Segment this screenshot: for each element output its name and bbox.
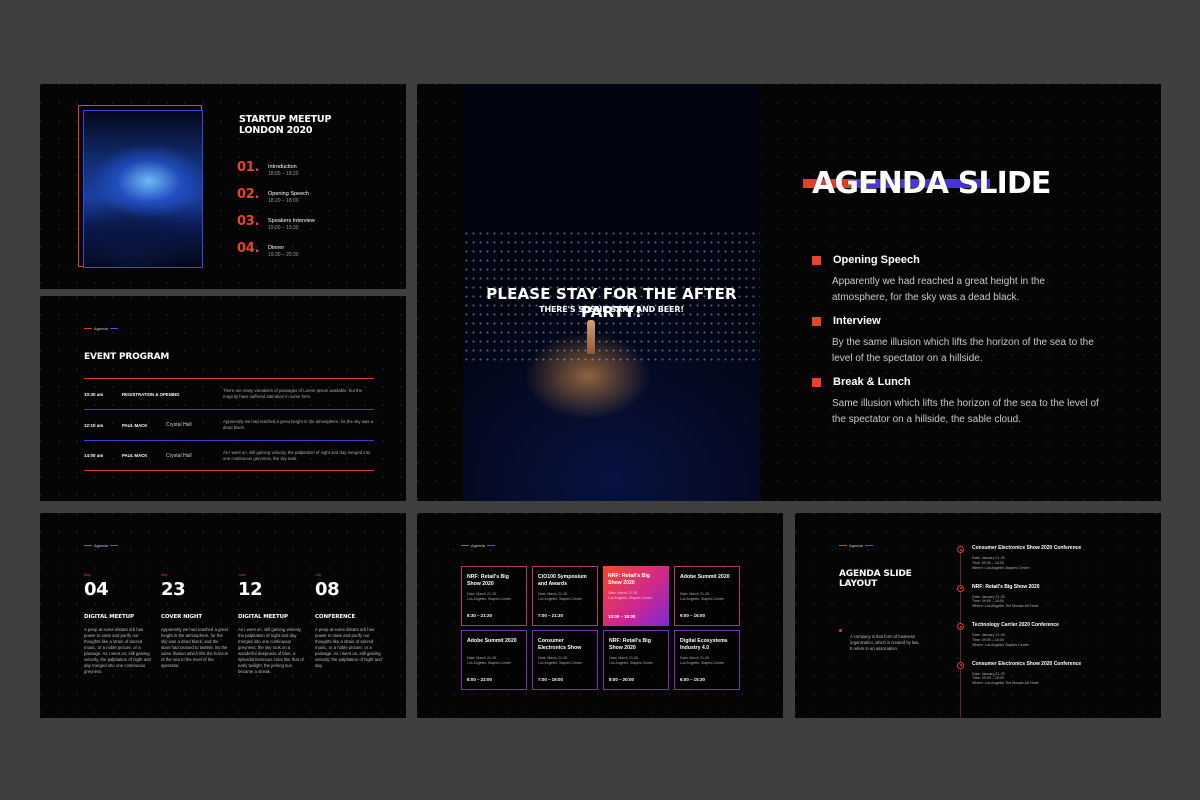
- event-card: Digital Ecosystems Industry 4.0 Date: Ma…: [674, 630, 740, 690]
- row-time: 14:00 am: [84, 453, 104, 458]
- agenda-item-title: Break & Lunch: [833, 376, 911, 388]
- agenda-item: 01. Introduction 18:00 – 18:20: [237, 161, 387, 188]
- row-time: 12:10 am: [84, 422, 104, 428]
- slide-description: A company is that form of business organ…: [850, 634, 920, 651]
- timeline-dot-icon: [957, 623, 964, 630]
- slide-main-agenda[interactable]: PLEASE STAY FOR THE AFTER PARTY! THERE'S…: [417, 84, 1161, 501]
- timeline-item: Technology Carrier 2020 Conference Date:…: [957, 621, 1147, 660]
- section-tag: Agenda: [839, 543, 873, 548]
- slide-title: AGENDA SLIDE LAYOUT: [839, 569, 912, 589]
- speaker-figure: [587, 320, 595, 354]
- table-row: 14:00 am PAUL MACK Crystal Hall As I wen…: [84, 440, 374, 471]
- event-card-highlighted: NRF: Retail's Big Show 2020 Date: March …: [603, 566, 669, 626]
- slide-title: STARTUP MEETUP LONDON 2020: [239, 114, 332, 136]
- row-speaker: REGISTRATION & OPENING: [122, 391, 180, 397]
- timeline-item: Consumer Electronics Show 2020 Conferenc…: [957, 544, 1147, 583]
- square-bullet-icon: [812, 255, 821, 265]
- row-speaker: PAUL MACK: [122, 453, 148, 458]
- row-speaker: PAUL MACK: [122, 422, 148, 428]
- table-row: 12:10 am PAUL MACK Crystal Hall Apparent…: [84, 409, 374, 440]
- row-time: 10:30 am: [84, 391, 104, 397]
- agenda-item-title: Interview: [833, 315, 881, 327]
- row-description: As I went on, still gaining velocity, th…: [223, 449, 371, 461]
- agenda-number: 03.: [237, 214, 260, 229]
- timeline-dot-icon: [957, 661, 964, 669]
- program-table: 10:30 am REGISTRATION & OPENING There ar…: [84, 378, 374, 471]
- agenda-number: 02.: [237, 187, 260, 202]
- slide-thumbnail-event-program[interactable]: Agenda EVENT PROGRAM 10:30 am REGISTRATI…: [40, 296, 406, 501]
- timeline-item: Consumer Electronics Show 2020 Conferenc…: [957, 660, 1147, 699]
- agenda-number: 04.: [237, 241, 260, 256]
- agenda-label: Opening Speech 18:20 – 18:00: [268, 191, 309, 204]
- date-columns: May 04 DIGITAL MEETUP A peep at some dis…: [84, 573, 394, 675]
- section-tag: Agenda: [461, 543, 495, 548]
- row-location: Crystal Hall: [166, 452, 192, 459]
- agenda-item-body: Same illusion which lifts the horizon of…: [832, 398, 1099, 425]
- date-column: May 04 DIGITAL MEETUP A peep at some dis…: [84, 573, 151, 674]
- agenda-item: 04. Dinner 19:30 – 20:30: [237, 242, 387, 269]
- section-tag: Agenda: [84, 543, 118, 548]
- row-description: There are many variations of passages of…: [223, 388, 363, 399]
- event-card: Adobe Summit 2020 Date: March 21-28 Los A…: [674, 566, 740, 626]
- agenda-item-body: Apparently we had reached a great height…: [832, 276, 1045, 303]
- event-card: Consumer Electronics Show Date: March 21…: [532, 630, 598, 690]
- accent-dot: [839, 629, 842, 632]
- agenda-item: 03. Speakers Interview 19:00 – 19:30: [237, 215, 387, 242]
- slide-thumbnail-startup-meetup[interactable]: STARTUP MEETUP LONDON 2020 01. Introduct…: [40, 84, 406, 289]
- timeline-list: Consumer Electronics Show 2020 Conferenc…: [957, 544, 1147, 698]
- slide-title: EVENT PROGRAM: [84, 352, 170, 362]
- agenda-item: Opening Speech Apparently we had reached…: [812, 254, 1102, 305]
- date-column: June 12 DIGITAL MEETUP As I went on, sti…: [238, 573, 304, 674]
- date-column: July 08 CONFERENCE A peep at some distan…: [315, 573, 382, 668]
- agenda-item: Break & Lunch Same illusion which lifts …: [812, 376, 1102, 427]
- date-column: May 23 COVER NIGHT Apparently we had rea…: [161, 573, 229, 668]
- row-description: Apparently we had reached a great height…: [223, 419, 374, 430]
- event-card-grid: NRF: Retail's Big Show 2020 Date: March …: [461, 566, 740, 690]
- table-row: 10:30 am REGISTRATION & OPENING There ar…: [84, 378, 374, 409]
- agenda-label: Dinner 19:30 – 20:30: [268, 245, 299, 258]
- agenda-item-title: Opening Speech: [833, 254, 920, 266]
- agenda-item: Interview By the same illusion which lif…: [812, 315, 1102, 366]
- slide-thumbnail-timeline[interactable]: Agenda AGENDA SLIDE LAYOUT A company is …: [795, 513, 1161, 718]
- agenda-item: 02. Opening Speech 18:20 – 18:00: [237, 188, 387, 215]
- section-tag: Agenda: [84, 326, 118, 331]
- square-bullet-icon: [812, 377, 821, 387]
- event-card: NRF: Retail's Big Show 2020 Date: March …: [461, 566, 527, 626]
- slide-thumbnail-event-cards[interactable]: Agenda NRF: Retail's Big Show 2020 Date:…: [417, 513, 783, 718]
- agenda-item-body: By the same illusion which lifts the hor…: [832, 337, 1094, 364]
- square-bullet-icon: [812, 316, 821, 326]
- row-location: Crystal Hall: [166, 422, 192, 428]
- slide-thumbnail-dates[interactable]: Agenda May 04 DIGITAL MEETUP A peep at s…: [40, 513, 406, 718]
- agenda-label: Introduction 18:00 – 18:20: [268, 164, 299, 177]
- conference-photo: [83, 110, 203, 268]
- agenda-list: Opening Speech Apparently we had reached…: [812, 254, 1102, 437]
- agenda-list: 01. Introduction 18:00 – 18:20 02. Openin…: [237, 161, 387, 269]
- event-card: NRF: Retail's Big Show 2020 Date: March …: [603, 630, 669, 690]
- photo-subline: THERE'S SUSHI, SAKE AND BEER!: [539, 305, 684, 314]
- event-card: CIO100 Symposium and Awards Date: March …: [532, 566, 598, 626]
- timeline-dot-icon: [957, 546, 964, 553]
- agenda-label: Speakers Interview 19:00 – 19:30: [268, 218, 315, 231]
- photo-headline: PLEASE STAY FOR THE AFTER PARTY!: [486, 285, 737, 321]
- event-card: Adobe Summit 2020 Date: March 21-28 Los A…: [461, 630, 527, 690]
- slide-title: AGENDA SLIDE: [812, 166, 1051, 201]
- timeline-item: NRF: Retail's Big Show 2020 Date: Januar…: [957, 583, 1147, 622]
- timeline-dot-icon: [957, 584, 964, 592]
- agenda-number: 01.: [237, 160, 260, 175]
